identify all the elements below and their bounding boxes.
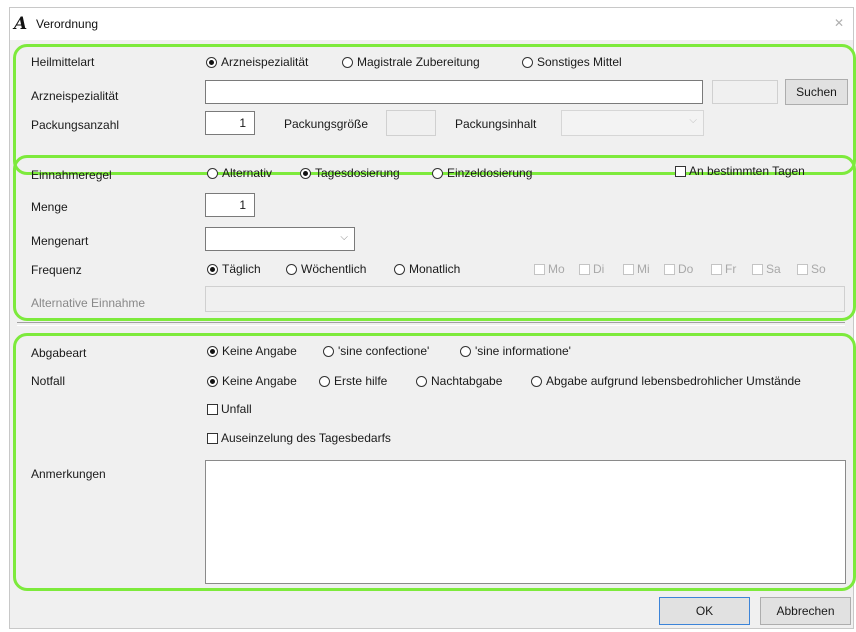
title-bar[interactable]: A Verordnung ✕	[10, 8, 853, 40]
radio-dot	[323, 345, 334, 357]
checkbox-sa: Sa	[752, 262, 781, 276]
radio-keine-angabe-notfall[interactable]: Keine Angabe	[207, 374, 297, 388]
arzneispezialitaet-code-field	[712, 80, 778, 104]
radio-einzeldosierung[interactable]: Einzeldosierung	[432, 166, 532, 180]
radio-sonstiges-mittel[interactable]: Sonstiges Mittel	[522, 55, 622, 69]
anmerkungen-label: Anmerkungen	[31, 467, 106, 481]
radio-dot	[394, 263, 405, 275]
checkbox-box	[207, 432, 218, 444]
arzneispezialitaet-input[interactable]	[205, 80, 703, 104]
radio-monatlich[interactable]: Monatlich	[394, 262, 460, 276]
radio-alternativ[interactable]: Alternativ	[207, 166, 272, 180]
checkbox-di: Di	[579, 262, 604, 276]
checkbox-unfall[interactable]: Unfall	[207, 402, 252, 416]
radio-sine-informatione[interactable]: 'sine informatione'	[460, 344, 571, 358]
packungsanzahl-label: Packungsanzahl	[31, 118, 120, 132]
radio-tagesdosierung[interactable]: Tagesdosierung	[300, 166, 400, 180]
radio-dot	[207, 375, 218, 387]
suchen-button[interactable]: Suchen	[785, 79, 848, 105]
radio-dot	[207, 263, 218, 275]
radio-erste-hilfe[interactable]: Erste hilfe	[319, 374, 387, 388]
radio-dot	[460, 345, 471, 357]
menge-label: Menge	[31, 200, 68, 214]
section-divider	[17, 322, 845, 326]
radio-arzneispezialitaet[interactable]: Arzneispezialität	[206, 55, 308, 69]
radio-dot	[207, 167, 218, 179]
heilmittelart-label: Heilmittelart	[31, 55, 95, 69]
checkbox-mo: Mo	[534, 262, 565, 276]
radio-taeglich[interactable]: Täglich	[207, 262, 261, 276]
radio-dot	[342, 56, 353, 68]
ok-button[interactable]: OK	[659, 597, 750, 625]
anmerkungen-textarea[interactable]	[205, 460, 846, 584]
packungsgroesse-label: Packungsgröße	[284, 117, 369, 131]
checkbox-fr: Fr	[711, 262, 736, 276]
close-icon[interactable]: ✕	[829, 14, 849, 32]
radio-dot	[432, 167, 443, 179]
alternative-einnahme-input	[205, 286, 845, 312]
mengenart-label: Mengenart	[31, 234, 89, 248]
checkbox-so: So	[797, 262, 826, 276]
radio-dot	[416, 375, 427, 387]
radio-dot	[300, 167, 311, 179]
frequenz-label: Frequenz	[31, 263, 82, 277]
window-title: Verordnung	[36, 17, 99, 31]
radio-dot	[207, 345, 218, 357]
radio-woechentlich[interactable]: Wöchentlich	[286, 262, 366, 276]
checkbox-auseinzelung[interactable]: Auseinzelung des Tagesbedarfs	[207, 431, 391, 445]
radio-dot	[319, 375, 330, 387]
checkbox-box	[207, 403, 218, 415]
radio-magistrale-zubereitung[interactable]: Magistrale Zubereitung	[342, 55, 480, 69]
einnahmeregel-label: Einnahmeregel	[31, 168, 112, 182]
radio-dot	[206, 56, 217, 68]
packungsanzahl-input[interactable]: 1	[205, 111, 255, 135]
arzneispezialitaet-label: Arzneispezialität	[31, 89, 119, 103]
checkbox-do: Do	[664, 262, 693, 276]
checkbox-box	[675, 165, 686, 177]
packungsinhalt-dropdown: ⌵	[561, 110, 704, 136]
chevron-down-icon: ⌵	[340, 232, 348, 243]
mengenart-dropdown[interactable]: ⌵	[205, 227, 355, 251]
checkbox-bestimmte-tage[interactable]: An bestimmten Tagen	[675, 164, 805, 178]
notfall-label: Notfall	[31, 374, 66, 388]
alternative-einnahme-label: Alternative Einnahme	[31, 296, 146, 310]
radio-dot	[531, 375, 542, 387]
chevron-down-icon: ⌵	[689, 115, 697, 126]
radio-nachtabgabe[interactable]: Nachtabgabe	[416, 374, 502, 388]
radio-sine-confectione[interactable]: 'sine confectione'	[323, 344, 429, 358]
app-logo-icon: A	[14, 14, 28, 34]
radio-lebensbedrohliche-umstaende[interactable]: Abgabe aufgrund lebensbedrohlicher Umstä…	[531, 374, 801, 388]
checkbox-mi: Mi	[623, 262, 650, 276]
radio-keine-angabe-abgabe[interactable]: Keine Angabe	[207, 344, 297, 358]
radio-dot	[286, 263, 297, 275]
radio-dot	[522, 56, 533, 68]
packungsgroesse-field	[386, 110, 436, 136]
abgabeart-label: Abgabeart	[31, 346, 87, 360]
packungsinhalt-label: Packungsinhalt	[455, 117, 537, 131]
menge-input[interactable]: 1	[205, 193, 255, 217]
abbrechen-button[interactable]: Abbrechen	[760, 597, 851, 625]
